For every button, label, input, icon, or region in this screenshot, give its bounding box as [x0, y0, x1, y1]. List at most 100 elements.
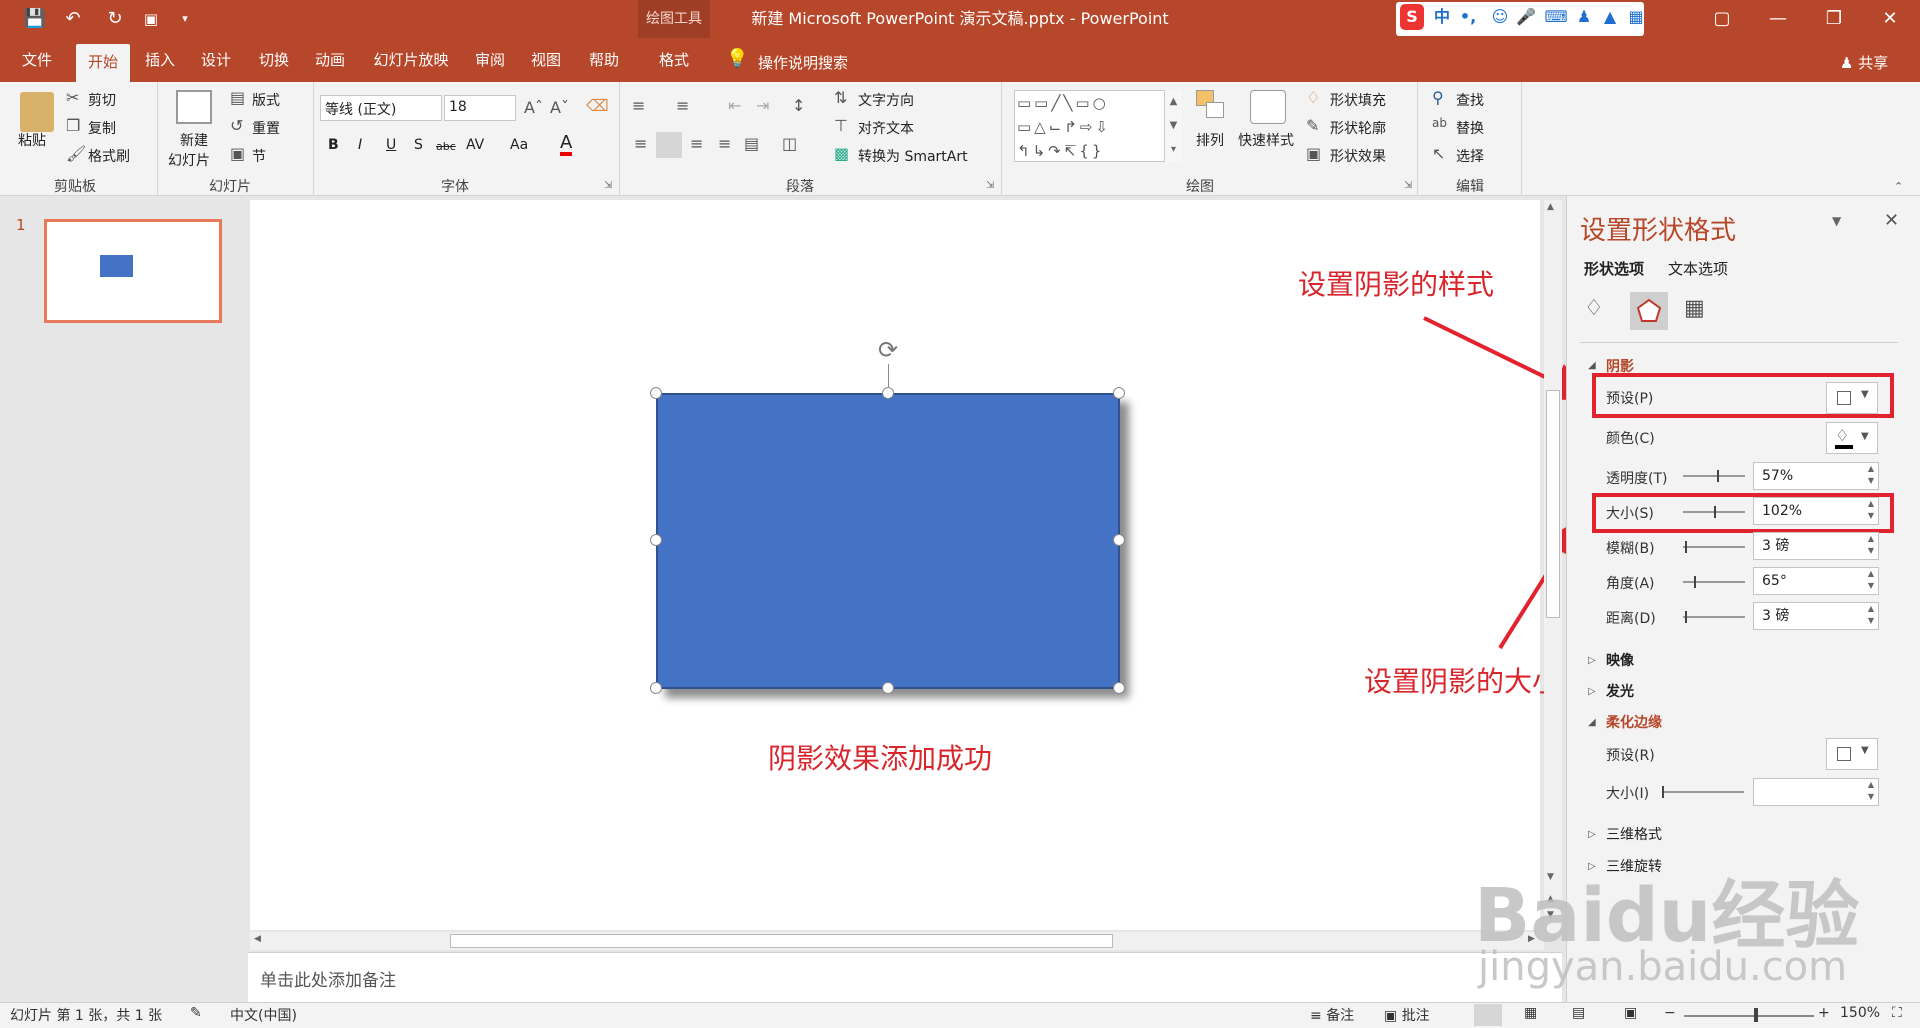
- font-size-select[interactable]: 18: [444, 95, 516, 121]
- angle-slider-knob[interactable]: [1694, 576, 1696, 588]
- fill-line-icon[interactable]: ♢: [1584, 296, 1604, 321]
- underline-button[interactable]: U: [386, 137, 396, 153]
- scroll-up-icon[interactable]: ▲: [1547, 202, 1554, 212]
- section-button[interactable]: 节: [252, 146, 266, 166]
- align-right-icon[interactable]: ≡: [690, 134, 703, 153]
- distributed-icon[interactable]: ▤: [744, 134, 759, 153]
- justify-icon[interactable]: ≡: [718, 134, 731, 153]
- bold-button[interactable]: B: [328, 137, 339, 153]
- copy-button[interactable]: 复制: [88, 118, 116, 138]
- text-shadow-button[interactable]: S: [414, 137, 423, 153]
- reflection-collapsed-icon[interactable]: ▷: [1588, 655, 1596, 666]
- zoom-slider[interactable]: [1684, 1015, 1814, 1017]
- 3d-format-collapsed-icon[interactable]: ▷: [1588, 829, 1596, 840]
- size-slider[interactable]: [1683, 506, 1745, 518]
- paste-button[interactable]: 粘贴: [18, 130, 46, 150]
- distance-slider-knob[interactable]: [1685, 611, 1687, 623]
- clear-formatting-icon[interactable]: ⌫: [586, 96, 609, 115]
- reflection-section-header[interactable]: 映像: [1606, 650, 1634, 670]
- text-direction-icon[interactable]: ⇅: [834, 88, 847, 107]
- tab-design[interactable]: 设计: [192, 38, 240, 82]
- notes-pane[interactable]: [248, 952, 1562, 1002]
- toolbox-icon[interactable]: ▦: [1624, 4, 1648, 30]
- blur-input[interactable]: 3 磅 ▲ ▼: [1753, 532, 1879, 560]
- tab-shape-options[interactable]: 形状选项: [1584, 258, 1644, 279]
- share-button[interactable]: ♟ 共享: [1840, 52, 1888, 73]
- align-text-button[interactable]: 对齐文本: [858, 118, 914, 138]
- scroll-left-icon[interactable]: ◀: [254, 934, 261, 944]
- tab-view[interactable]: 视图: [522, 38, 570, 82]
- replace-icon[interactable]: ab: [1432, 116, 1447, 130]
- numbering-icon[interactable]: ≡: [676, 96, 689, 115]
- angle-slider[interactable]: [1683, 576, 1745, 588]
- layout-icon[interactable]: ▤: [230, 88, 245, 107]
- font-color-button[interactable]: A: [560, 134, 573, 156]
- size-slider-knob[interactable]: [1714, 506, 1716, 518]
- align-left-icon[interactable]: ≡: [634, 134, 647, 153]
- quick-styles-button[interactable]: 快速样式: [1238, 130, 1294, 150]
- select-button[interactable]: 选择: [1456, 146, 1484, 166]
- new-slide-icon[interactable]: [176, 90, 212, 124]
- char-spacing-button[interactable]: AV: [466, 137, 484, 153]
- pane-options-icon[interactable]: ▼: [1832, 214, 1841, 228]
- minimize-icon[interactable]: —: [1750, 0, 1806, 38]
- shapes-gallery[interactable]: ▭▭╱╲▭○ ▭△⌙↱⇨⇩ ↰↳↷↸{}: [1014, 90, 1182, 162]
- tab-home[interactable]: 开始: [76, 44, 130, 82]
- customize-icon[interactable]: ▾: [170, 0, 200, 38]
- resize-handle-nw[interactable]: [650, 387, 662, 399]
- shape-outline-button[interactable]: 形状轮廓: [1330, 118, 1386, 138]
- font-dialog-launcher-icon[interactable]: ⇲: [604, 180, 612, 191]
- shape-effects-icon[interactable]: ▣: [1306, 144, 1321, 163]
- tab-insert[interactable]: 插入: [136, 38, 184, 82]
- tab-file[interactable]: 文件: [8, 38, 66, 82]
- reset-button[interactable]: 重置: [252, 118, 280, 138]
- punctuation-icon[interactable]: •,: [1456, 4, 1480, 30]
- shape-outline-icon[interactable]: ✎: [1306, 116, 1319, 135]
- italic-button[interactable]: I: [358, 137, 362, 153]
- tab-help[interactable]: 帮助: [578, 38, 630, 82]
- ime-mode[interactable]: 中: [1430, 4, 1454, 30]
- bullets-icon[interactable]: ≡: [632, 96, 645, 115]
- 3d-format-section-header[interactable]: 三维格式: [1606, 824, 1662, 844]
- soft-edges-section-header[interactable]: 柔化边缘: [1606, 712, 1662, 732]
- decrease-indent-icon[interactable]: ⇤: [728, 96, 741, 115]
- soft-size-slider-knob[interactable]: [1662, 786, 1664, 798]
- spinner-arrows-icon[interactable]: ▲ ▼: [1868, 533, 1874, 557]
- resize-handle-n[interactable]: [882, 387, 894, 399]
- align-center-icon[interactable]: [656, 132, 682, 158]
- soft-size-input[interactable]: ▲ ▼: [1753, 778, 1879, 806]
- shadow-expanded-icon[interactable]: ◢: [1588, 360, 1596, 371]
- microphone-icon[interactable]: 🎤: [1514, 4, 1538, 30]
- font-name-select[interactable]: 等线 (正文): [320, 95, 442, 121]
- resize-handle-ne[interactable]: [1113, 387, 1125, 399]
- convert-smartart-button[interactable]: 转换为 SmartArt: [858, 146, 968, 166]
- restore-icon[interactable]: ❐: [1806, 0, 1862, 38]
- fit-to-window-icon[interactable]: ⛶: [1892, 1005, 1902, 1021]
- replace-button[interactable]: 替换: [1456, 118, 1484, 138]
- spinner-arrows-icon[interactable]: ▲ ▼: [1868, 463, 1874, 487]
- keyboard-icon[interactable]: ⌨: [1544, 4, 1568, 30]
- distance-input[interactable]: 3 磅 ▲ ▼: [1753, 602, 1879, 630]
- collapse-ribbon-icon[interactable]: ⌃: [1894, 180, 1903, 193]
- copy-icon[interactable]: ❐: [66, 116, 80, 135]
- sogou-logo-icon[interactable]: S: [1400, 4, 1424, 30]
- undo-icon[interactable]: ↶: [58, 0, 88, 38]
- slideshow-view-icon[interactable]: ▣: [1624, 1005, 1637, 1021]
- reset-icon[interactable]: ↺: [230, 116, 243, 135]
- horizontal-scroll-thumb[interactable]: [450, 934, 1113, 948]
- resize-handle-s[interactable]: [882, 682, 894, 694]
- glow-collapsed-icon[interactable]: ▷: [1588, 686, 1596, 697]
- line-spacing-icon[interactable]: ↕: [792, 96, 805, 115]
- change-case-button[interactable]: Aa: [510, 137, 528, 153]
- blur-slider[interactable]: [1683, 541, 1745, 553]
- rotate-handle-icon[interactable]: ⟳: [874, 336, 902, 364]
- tab-text-options[interactable]: 文本选项: [1668, 258, 1728, 279]
- drawing-dialog-launcher-icon[interactable]: ⇲: [1404, 180, 1412, 191]
- resize-handle-e[interactable]: [1113, 534, 1125, 546]
- transparency-slider[interactable]: [1683, 470, 1745, 482]
- slide-sorter-icon[interactable]: ▦: [1524, 1005, 1537, 1021]
- format-painter-button[interactable]: 格式刷: [88, 146, 130, 166]
- new-slide-label-2[interactable]: 幻灯片: [168, 150, 210, 170]
- align-text-icon[interactable]: ⊤: [834, 116, 848, 135]
- shrink-font-icon[interactable]: Aˇ: [550, 98, 569, 117]
